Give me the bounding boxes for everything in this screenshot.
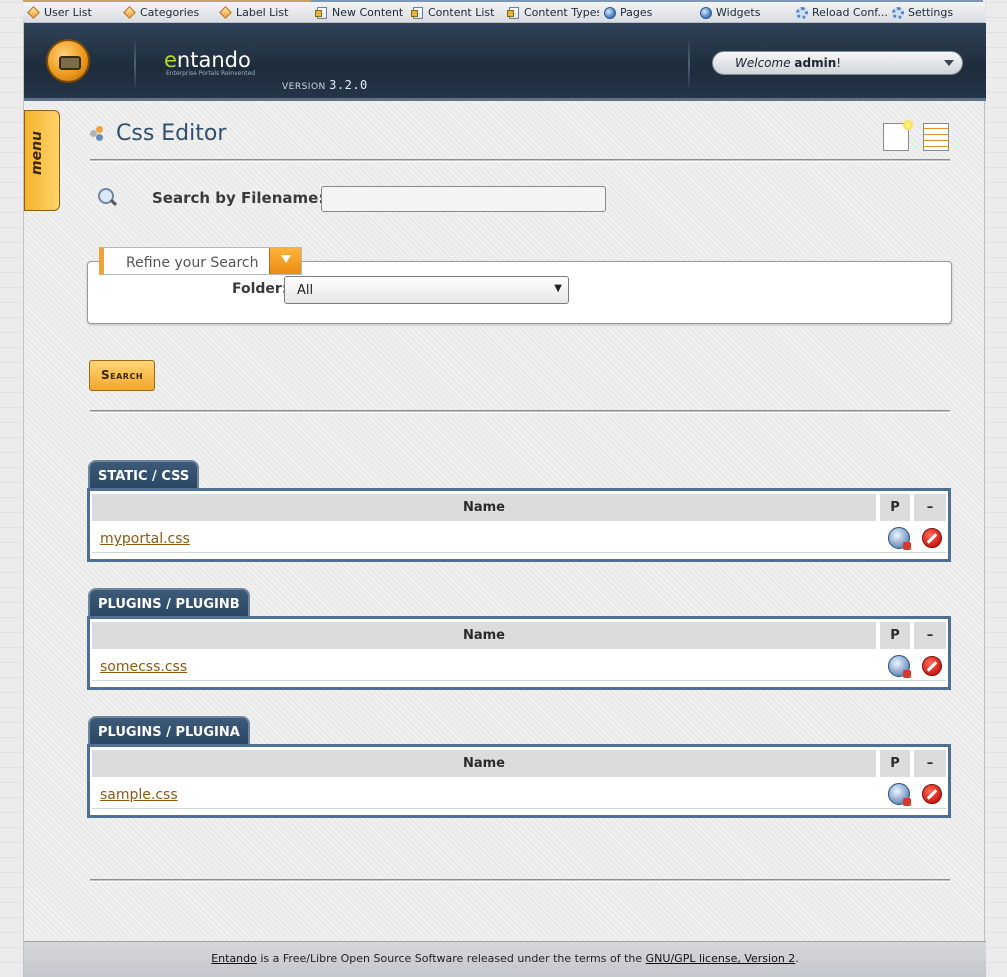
globe-icon xyxy=(699,6,712,19)
column-header-name: Name xyxy=(92,494,876,521)
column-header-delete: – xyxy=(914,622,946,649)
refine-search-toggle[interactable]: Refine your Search xyxy=(99,247,302,275)
folder-label: Folder: xyxy=(232,281,288,297)
search-button[interactable]: Search xyxy=(89,360,155,391)
shortcut-content-types[interactable]: Content Types xyxy=(503,0,599,23)
globe-icon xyxy=(603,6,616,19)
diamond-icon xyxy=(123,6,136,19)
table-row: somecss.css xyxy=(92,651,946,681)
table-row: sample.css xyxy=(92,779,946,809)
search-label: Search by Filename: xyxy=(152,189,325,207)
dropdown-arrow-icon: ▼ xyxy=(554,283,562,294)
chevron-down-icon xyxy=(269,248,301,274)
page-title: Css Editor xyxy=(116,121,227,146)
column-header-publish: P xyxy=(880,494,910,521)
diamond-icon xyxy=(27,6,40,19)
column-header-delete: – xyxy=(914,494,946,521)
file-link[interactable]: sample.css xyxy=(100,787,178,803)
divider xyxy=(90,879,950,882)
file-table: Name P – somecss.css xyxy=(87,616,951,690)
shortcut-bar: User List Categories Label List New Cont… xyxy=(23,0,985,23)
document-icon xyxy=(314,6,328,19)
table-row: myportal.css xyxy=(92,523,946,553)
version-number: 3.2.0 xyxy=(329,78,368,92)
file-link[interactable]: somecss.css xyxy=(100,659,187,675)
publish-icon[interactable] xyxy=(888,527,911,550)
new-file-icon[interactable] xyxy=(883,120,913,151)
document-icon xyxy=(506,6,520,19)
shortcut-new-content[interactable]: New Content xyxy=(311,0,407,23)
page-frame: entando Enterprise Portals Reinvented VE… xyxy=(23,23,986,977)
filename-search-input[interactable] xyxy=(321,186,606,212)
shortcut-settings[interactable]: Settings xyxy=(887,0,983,23)
delete-icon[interactable] xyxy=(922,656,942,676)
shortcut-user-list[interactable]: User List xyxy=(23,0,119,23)
gear-icon xyxy=(795,6,808,19)
delete-icon[interactable] xyxy=(922,784,942,804)
delete-icon[interactable] xyxy=(922,528,942,548)
entando-logo: entando xyxy=(164,48,251,72)
license-link[interactable]: GNU/GPL license, Version 2 xyxy=(646,952,796,965)
username: admin xyxy=(794,56,837,70)
divider xyxy=(90,159,950,162)
file-table: Name P – myportal.css xyxy=(87,488,951,562)
shortcut-widgets[interactable]: Widgets xyxy=(695,0,791,23)
column-header-publish: P xyxy=(880,750,910,777)
group-tab: STATIC / CSS xyxy=(88,460,200,490)
chevron-down-icon xyxy=(944,60,954,66)
publish-icon[interactable] xyxy=(888,783,911,806)
column-header-publish: P xyxy=(880,622,910,649)
version-info: VERSION 3.2.0 xyxy=(282,78,368,92)
document-icon xyxy=(410,6,424,19)
entando-link[interactable]: Entando xyxy=(211,952,257,965)
gear-icon xyxy=(891,6,904,19)
file-link[interactable]: myportal.css xyxy=(100,531,190,547)
header-divider xyxy=(134,39,136,87)
group-tab: PLUGINS / PLUGINA xyxy=(88,716,250,746)
group-tab: PLUGINS / PLUGINB xyxy=(88,588,250,618)
list-icon[interactable] xyxy=(923,123,949,151)
column-header-delete: – xyxy=(914,750,946,777)
diamond-icon xyxy=(219,6,232,19)
column-header-name: Name xyxy=(92,622,876,649)
shortcut-reload-conf[interactable]: Reload Conf... xyxy=(791,0,887,23)
home-button[interactable] xyxy=(46,39,90,83)
logo-tagline: Enterprise Portals Reinvented xyxy=(166,70,256,77)
user-menu[interactable]: Welcome admin! xyxy=(712,51,963,75)
shortcut-pages[interactable]: Pages xyxy=(599,0,695,23)
footer: Entando is a Free/Libre Open Source Soft… xyxy=(24,941,986,977)
folder-select[interactable]: All ▼ xyxy=(284,276,569,304)
menu-tab[interactable]: menu xyxy=(24,110,60,211)
publish-icon[interactable] xyxy=(888,655,911,678)
search-icon xyxy=(98,188,118,208)
divider xyxy=(90,410,950,413)
shortcut-content-list[interactable]: Content List xyxy=(407,0,503,23)
header-divider xyxy=(688,39,690,87)
header: entando Enterprise Portals Reinvented VE… xyxy=(24,23,986,101)
shortcut-label-list[interactable]: Label List xyxy=(215,0,311,23)
file-table: Name P – sample.css xyxy=(87,744,951,818)
column-header-name: Name xyxy=(92,750,876,777)
shortcut-categories[interactable]: Categories xyxy=(119,0,215,23)
bullets-icon xyxy=(90,125,108,142)
page-heading: Css Editor xyxy=(90,121,226,146)
